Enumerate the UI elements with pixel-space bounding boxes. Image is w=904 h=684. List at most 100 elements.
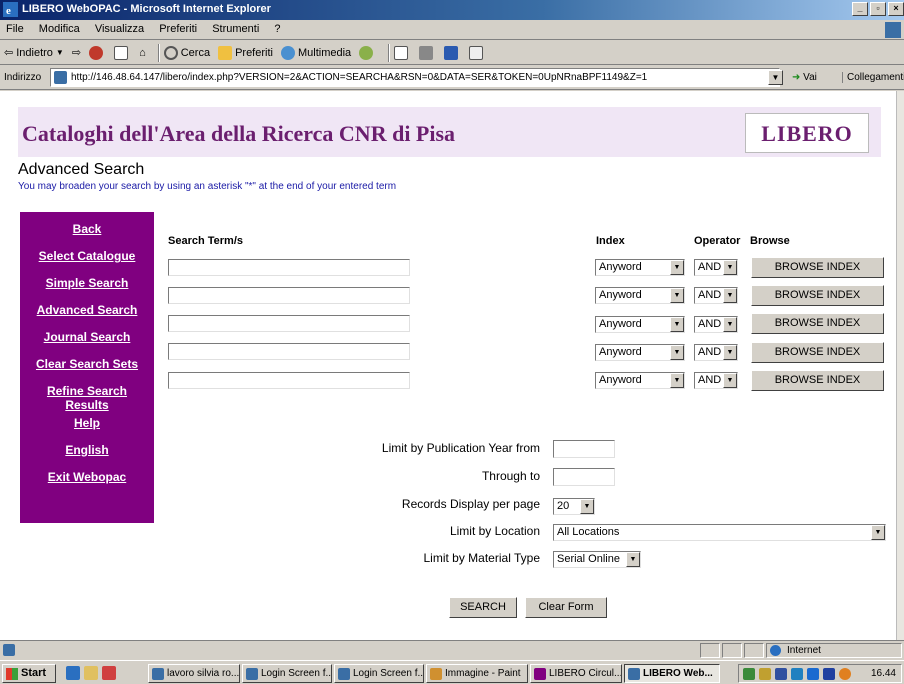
tray-icon[interactable] [839, 668, 851, 680]
start-button[interactable]: Start [2, 664, 56, 683]
search-term-input[interactable] [168, 372, 410, 389]
nav-journal-search[interactable]: Journal Search [20, 330, 154, 344]
index-value: Anyword [599, 318, 642, 330]
nav-back[interactable]: Back [20, 222, 154, 236]
nav-simple-search[interactable]: Simple Search [20, 276, 154, 290]
globe-icon [770, 645, 781, 656]
records-per-page-label: Records Display per page [401, 497, 540, 511]
operator-select[interactable]: AND ▼ [694, 316, 738, 333]
links-button[interactable]: Collegamenti [842, 72, 904, 83]
menu-edit[interactable]: Modifica [33, 20, 86, 38]
through-to-label: Through to [481, 469, 540, 483]
index-select[interactable]: Anyword ▼ [595, 372, 685, 389]
browse-index-button[interactable]: BROWSE INDEX [751, 257, 884, 278]
search-term-input[interactable] [168, 315, 410, 332]
year-to-input[interactable] [553, 468, 615, 486]
discuss-button[interactable] [469, 45, 486, 60]
desktop-quicklaunch-icon[interactable] [84, 666, 98, 680]
menu-file[interactable]: File [0, 20, 30, 38]
history-button[interactable] [359, 45, 376, 60]
search-term-input[interactable] [168, 287, 410, 304]
nav-refine-search-results[interactable]: Refine Search Results [42, 384, 132, 412]
task-button[interactable]: lavoro silvia ro... [148, 664, 240, 683]
media-button[interactable]: Multimedia [280, 45, 351, 60]
ie-icon: e [3, 2, 18, 17]
year-from-input[interactable] [553, 440, 615, 458]
tray-icon[interactable] [823, 668, 835, 680]
page-content: Cataloghi dell'Area della Ricerca CNR di… [0, 91, 896, 640]
go-button[interactable]: ➜ Vai [792, 72, 817, 83]
address-field[interactable]: http://146.48.64.147/libero/index.php?VE… [50, 68, 780, 87]
index-select[interactable]: Anyword ▼ [595, 344, 685, 361]
ie-quicklaunch-icon[interactable] [66, 666, 80, 680]
address-dropdown-button[interactable]: ▼ [768, 70, 783, 85]
location-select[interactable]: All Locations ▼ [553, 524, 886, 541]
clear-form-button[interactable]: Clear Form [525, 597, 607, 618]
home-button[interactable]: ⌂ [139, 47, 146, 59]
index-select[interactable]: Anyword ▼ [595, 287, 685, 304]
material-type-label: Limit by Material Type [423, 551, 541, 565]
task-label: LIBERO Web... [643, 668, 713, 679]
operator-select[interactable]: AND ▼ [694, 287, 738, 304]
edit-button[interactable] [444, 45, 461, 60]
task-button-active[interactable]: LIBERO Web... [624, 664, 720, 683]
index-select[interactable]: Anyword ▼ [595, 316, 685, 333]
tray-icon[interactable] [743, 668, 755, 680]
nav-help[interactable]: Help [20, 416, 154, 430]
status-cell [744, 643, 764, 658]
favorites-button[interactable]: Preferiti [218, 45, 273, 60]
nav-exit-webopac[interactable]: Exit Webopac [20, 470, 154, 484]
back-button[interactable]: ⇦ Indietro ▼ [4, 46, 64, 60]
print-button[interactable] [419, 45, 436, 60]
task-button[interactable]: Login Screen f... [334, 664, 424, 683]
maximize-button[interactable]: ▫ [870, 2, 886, 16]
search-term-input[interactable] [168, 343, 410, 360]
task-button[interactable]: Login Screen f... [242, 664, 332, 683]
search-icon [163, 45, 178, 60]
minimize-button[interactable]: _ [852, 2, 868, 16]
records-per-page-select[interactable]: 20 ▼ [553, 498, 595, 515]
task-button[interactable]: Immagine - Paint [426, 664, 528, 683]
task-button[interactable]: LIBERO Circul... [530, 664, 622, 683]
menu-tools[interactable]: Strumenti [206, 20, 265, 38]
index-select[interactable]: Anyword ▼ [595, 259, 685, 276]
chevron-down-icon: ▼ [670, 260, 684, 275]
operator-select[interactable]: AND ▼ [694, 344, 738, 361]
chevron-down-icon: ▼ [670, 317, 684, 332]
mail-button[interactable] [394, 45, 411, 60]
close-button[interactable]: × [888, 2, 904, 16]
nav-select-catalogue[interactable]: Select Catalogue [20, 249, 154, 263]
refresh-button[interactable] [114, 45, 131, 60]
browse-index-button[interactable]: BROWSE INDEX [751, 370, 884, 391]
status-cell [700, 643, 720, 658]
paint-icon [430, 668, 442, 680]
tray-icon[interactable] [807, 668, 819, 680]
vertical-scrollbar[interactable] [896, 91, 904, 640]
browse-index-button[interactable]: BROWSE INDEX [751, 342, 884, 363]
stop-button[interactable] [89, 45, 106, 60]
search-term-input[interactable] [168, 259, 410, 276]
address-label: Indirizzo [4, 72, 42, 83]
material-type-select[interactable]: Serial Online ▼ [553, 551, 641, 568]
search-button[interactable]: Cerca [163, 45, 210, 60]
browse-index-button[interactable]: BROWSE INDEX [751, 313, 884, 334]
menu-help[interactable]: ? [268, 20, 286, 38]
tray-icon[interactable] [791, 668, 803, 680]
media-quicklaunch-icon[interactable] [102, 666, 116, 680]
nav-advanced-search[interactable]: Advanced Search [20, 303, 154, 317]
chevron-down-icon: ▼ [580, 499, 594, 514]
clock[interactable]: 16.44 [871, 668, 896, 679]
toolbar: ⇦ Indietro ▼ ⇨ ⌂ Cerca Preferiti Multime… [0, 41, 904, 65]
browse-index-button[interactable]: BROWSE INDEX [751, 285, 884, 306]
menu-view[interactable]: Visualizza [89, 20, 150, 38]
index-value: Anyword [599, 289, 642, 301]
operator-select[interactable]: AND ▼ [694, 372, 738, 389]
operator-select[interactable]: AND ▼ [694, 259, 738, 276]
nav-clear-search-sets[interactable]: Clear Search Sets [20, 357, 154, 371]
tray-icon[interactable] [759, 668, 771, 680]
tray-icon[interactable] [775, 668, 787, 680]
nav-english[interactable]: English [20, 443, 154, 457]
menu-favorites[interactable]: Preferiti [153, 20, 203, 38]
forward-button[interactable]: ⇨ [72, 46, 81, 59]
search-submit-button[interactable]: SEARCH [449, 597, 517, 618]
